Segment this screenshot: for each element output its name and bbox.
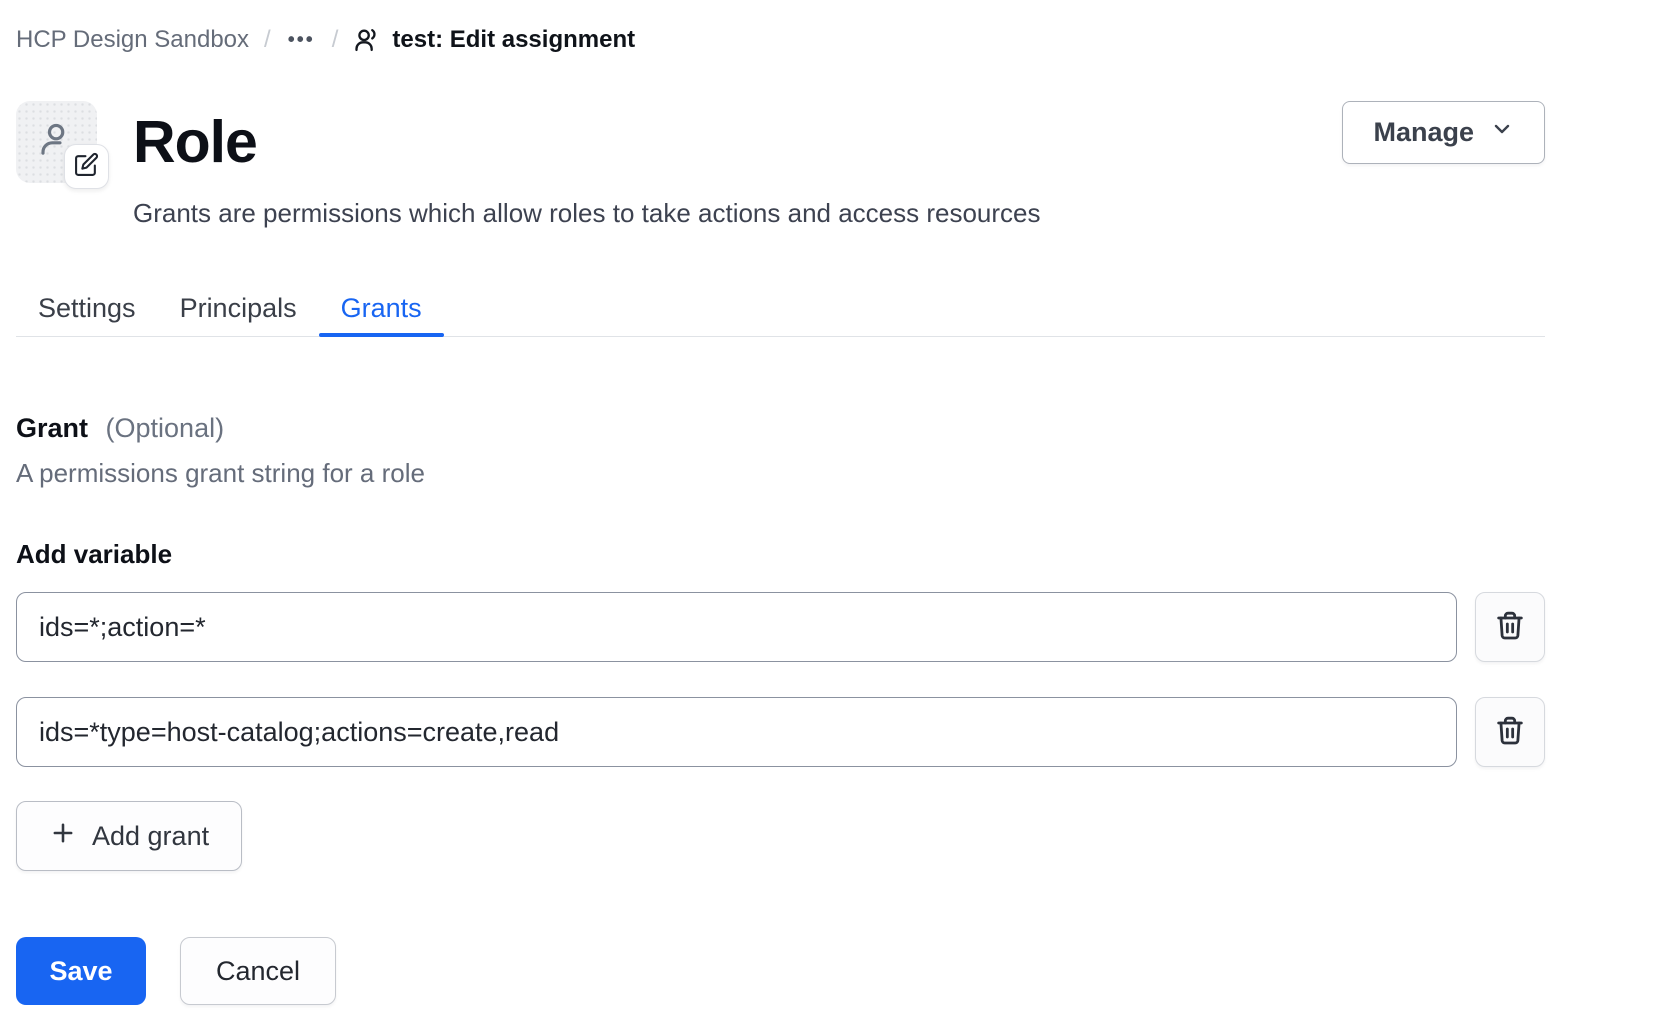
add-grant-label: Add grant — [92, 821, 209, 852]
add-grant-button[interactable]: Add grant — [16, 801, 242, 871]
role-avatar — [16, 101, 97, 183]
grant-field-label: Grant — [16, 413, 88, 443]
tab-principals[interactable]: Principals — [158, 286, 319, 336]
breadcrumb-item-current[interactable]: test: Edit assignment — [353, 26, 635, 54]
trash-icon — [1494, 610, 1526, 645]
manage-dropdown-button[interactable]: Manage — [1342, 101, 1545, 164]
delete-grant-button-1[interactable] — [1475, 592, 1545, 662]
manage-button-label: Manage — [1373, 117, 1474, 148]
breadcrumb-separator: / — [332, 26, 339, 54]
form-actions: Save Cancel — [16, 937, 1545, 1005]
page-description: Grants are permissions which allow roles… — [133, 197, 1041, 229]
cancel-button[interactable]: Cancel — [180, 937, 336, 1005]
role-tabs: Settings Principals Grants — [16, 286, 1545, 337]
breadcrumb-collapsed-menu[interactable]: ••• — [286, 29, 317, 52]
pencil-edit-icon — [74, 152, 99, 182]
grant-string-input-1[interactable] — [16, 592, 1457, 662]
edit-avatar-button[interactable] — [64, 144, 109, 189]
chevron-down-icon — [1490, 117, 1514, 148]
grant-row — [16, 697, 1545, 767]
tab-settings[interactable]: Settings — [16, 286, 158, 336]
breadcrumb-item-org[interactable]: HCP Design Sandbox — [16, 26, 249, 54]
plus-icon — [49, 819, 77, 854]
tab-grants[interactable]: Grants — [319, 286, 444, 336]
grant-optional-hint: (Optional) — [106, 413, 225, 443]
add-variable-label: Add variable — [16, 539, 1545, 570]
grant-string-input-2[interactable] — [16, 697, 1457, 767]
page-title: Role — [133, 101, 1041, 183]
grant-row — [16, 592, 1545, 662]
breadcrumb-separator: / — [264, 26, 271, 54]
role-edit-page: HCP Design Sandbox / ••• / test: Edit as… — [16, 26, 1545, 1005]
page-header: Role Grants are permissions which allow … — [16, 101, 1545, 229]
save-button[interactable]: Save — [16, 937, 146, 1005]
grant-help-text: A permissions grant string for a role — [16, 458, 1545, 489]
breadcrumb-current-label: test: Edit assignment — [392, 26, 635, 54]
breadcrumb: HCP Design Sandbox / ••• / test: Edit as… — [16, 26, 1545, 54]
users-icon — [353, 26, 381, 54]
grant-field-label-row: Grant (Optional) — [16, 413, 1545, 444]
trash-icon — [1494, 715, 1526, 750]
delete-grant-button-2[interactable] — [1475, 697, 1545, 767]
